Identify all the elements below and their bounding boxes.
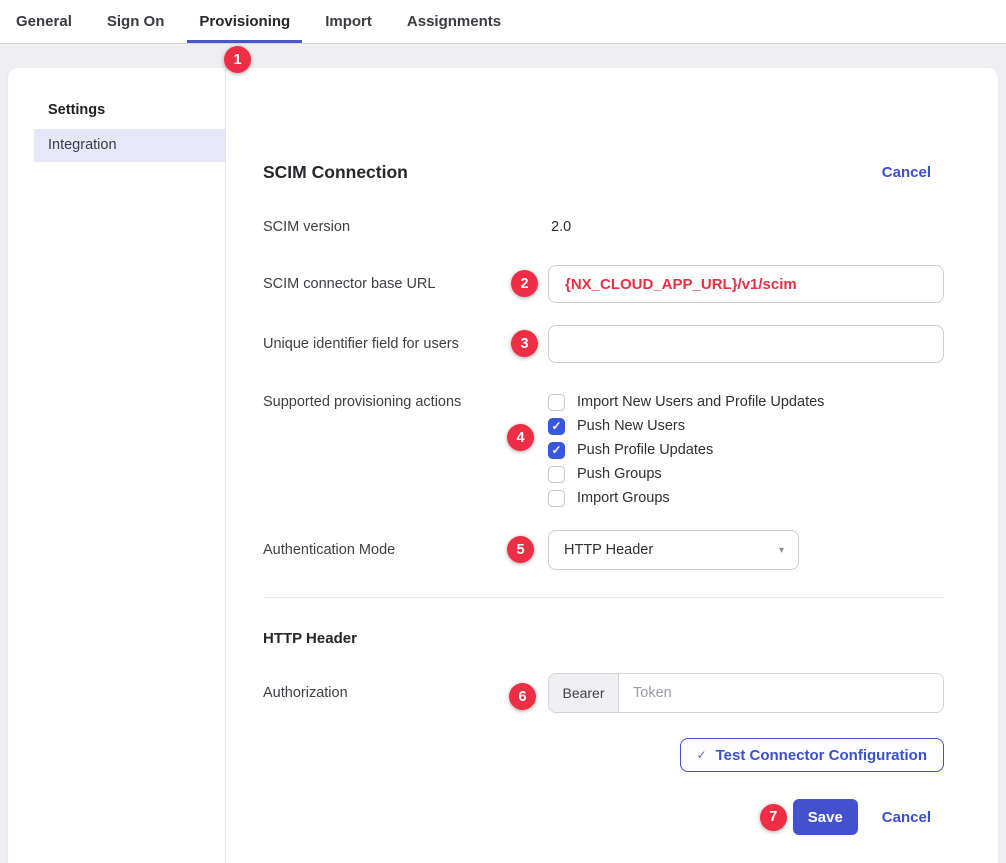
provisioning-card: Settings Integration SCIM Connection Can…: [8, 68, 998, 863]
test-connector-button-label: Test Connector Configuration: [716, 747, 927, 764]
base-url-input[interactable]: [548, 265, 944, 303]
token-input[interactable]: [619, 674, 943, 712]
check-icon: ✓: [697, 748, 707, 762]
http-header-heading: HTTP Header: [263, 630, 944, 650]
cancel-link-bottom[interactable]: Cancel: [882, 809, 931, 826]
check-icon: ✓: [551, 420, 561, 432]
push-profile-updates-checkbox[interactable]: ✓: [548, 442, 565, 459]
import-users-checkbox[interactable]: ✓: [548, 394, 565, 411]
annotation-badge-4: 4: [507, 424, 534, 451]
tab-sign-on[interactable]: Sign On: [95, 0, 177, 43]
annotation-badge-7: 7: [760, 804, 787, 831]
check-icon: ✓: [551, 444, 561, 456]
authorization-input-group: Bearer: [548, 673, 944, 713]
provisioning-actions-row: Supported provisioning actions 4 ✓ Impor…: [263, 390, 944, 510]
page-title: SCIM Connection: [263, 162, 408, 183]
tab-assignments[interactable]: Assignments: [395, 0, 513, 43]
checkbox-label: Push New Users: [577, 418, 685, 434]
auth-mode-select[interactable]: HTTP Header ▾: [548, 530, 799, 570]
test-connector-row: ✓ Test Connector Configuration: [263, 738, 944, 772]
unique-id-input[interactable]: [548, 325, 944, 363]
import-groups-checkbox[interactable]: ✓: [548, 490, 565, 507]
checkbox-label: Push Profile Updates: [577, 442, 713, 458]
form-header: SCIM Connection Cancel: [263, 160, 944, 184]
provisioning-actions-group: ✓ Import New Users and Profile Updates ✓…: [548, 390, 944, 510]
scim-version-value: 2.0: [548, 219, 571, 235]
push-new-users-checkbox[interactable]: ✓: [548, 418, 565, 435]
provisioning-actions-label: Supported provisioning actions: [263, 390, 548, 510]
base-url-label: SCIM connector base URL: [263, 276, 548, 292]
test-connector-button[interactable]: ✓ Test Connector Configuration: [680, 738, 944, 772]
section-divider: [263, 597, 944, 598]
scim-connection-form: SCIM Connection Cancel SCIM version 2.0 …: [226, 68, 998, 863]
tab-provisioning[interactable]: Provisioning: [187, 0, 302, 43]
checkbox-label: Import New Users and Profile Updates: [577, 394, 824, 410]
scim-version-label: SCIM version: [263, 219, 548, 235]
push-groups-checkbox[interactable]: ✓: [548, 466, 565, 483]
unique-id-row: Unique identifier field for users 3: [263, 325, 944, 363]
sidebar-section-title: Settings: [8, 100, 225, 120]
checkbox-label: Push Groups: [577, 466, 662, 482]
tab-import[interactable]: Import: [313, 0, 384, 43]
cancel-link-top[interactable]: Cancel: [882, 164, 931, 181]
checkbox-row-import-groups: ✓ Import Groups: [548, 486, 944, 510]
sidebar-item-integration[interactable]: Integration: [34, 129, 225, 162]
auth-mode-selected-value: HTTP Header: [564, 542, 653, 558]
checkbox-row-push-new-users: ✓ Push New Users: [548, 414, 944, 438]
annotation-badge-3: 3: [511, 330, 538, 357]
chevron-down-icon: ▾: [779, 545, 784, 556]
checkbox-row-push-groups: ✓ Push Groups: [548, 462, 944, 486]
authorization-row: Authorization 6 Bearer: [263, 673, 944, 713]
save-row: 7 Save Cancel: [263, 799, 944, 835]
annotation-badge-5: 5: [507, 536, 534, 563]
settings-sidebar: Settings Integration: [8, 68, 226, 863]
scim-version-row: SCIM version 2.0: [263, 217, 944, 237]
checkbox-label: Import Groups: [577, 490, 670, 506]
tab-general[interactable]: General: [4, 0, 84, 43]
auth-mode-label: Authentication Mode: [263, 542, 548, 558]
annotation-badge-1: 1: [224, 46, 251, 73]
base-url-row: SCIM connector base URL 2: [263, 265, 944, 303]
annotation-badge-6: 6: [509, 683, 536, 710]
auth-mode-row: Authentication Mode 5 HTTP Header ▾: [263, 530, 944, 570]
bearer-prefix: Bearer: [549, 674, 619, 712]
save-button[interactable]: Save: [793, 799, 858, 835]
unique-id-label: Unique identifier field for users: [263, 336, 548, 352]
app-tabbar: General Sign On Provisioning Import Assi…: [0, 0, 1006, 44]
annotation-badge-2: 2: [511, 270, 538, 297]
checkbox-row-push-profile-updates: ✓ Push Profile Updates: [548, 438, 944, 462]
checkbox-row-import-users: ✓ Import New Users and Profile Updates: [548, 390, 944, 414]
authorization-label: Authorization: [263, 685, 548, 701]
